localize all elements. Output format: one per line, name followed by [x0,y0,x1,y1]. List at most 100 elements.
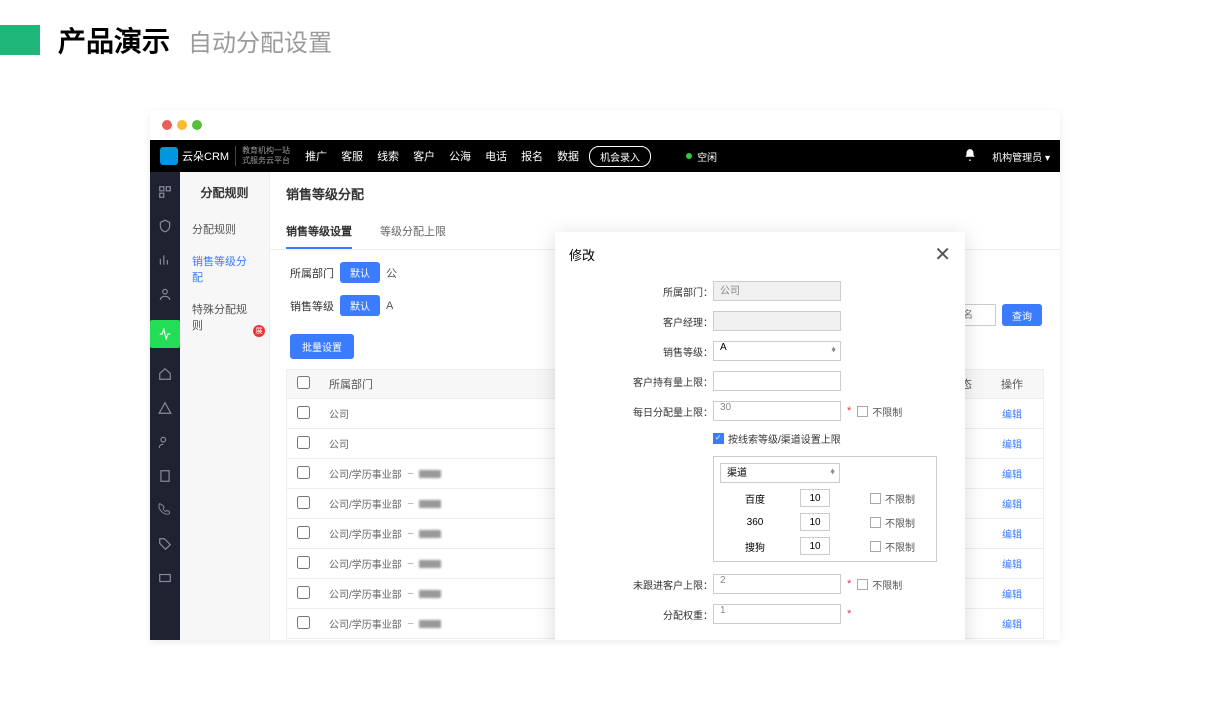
nav-promo[interactable]: 推广 [305,148,327,164]
daily-input[interactable]: 30 [713,401,841,421]
th-checkbox[interactable] [287,376,319,392]
filter-dept: 所属部门 默认 公 [290,262,397,283]
warning-icon[interactable] [157,400,173,416]
row-checkbox[interactable] [287,616,319,632]
sub-sidebar-title: 分配规则 [180,184,269,201]
channel-box: 渠道 百度 不限制 360 不限制 搜狗 不限制 [713,456,937,562]
edit-link[interactable]: 编辑 [1002,560,1022,571]
edit-link[interactable]: 编辑 [1002,620,1022,631]
required-mark-2: * [847,578,851,590]
logo-text: 云朵CRM [182,148,229,164]
browser-window: 云朵CRM 教育机构一站 式服务云平台 推广 客服 线索 客户 公海 电话 报名… [150,110,1060,640]
row-checkbox[interactable] [287,556,319,572]
unfollow-unlimited[interactable]: 不限制 [857,577,902,592]
nav-signup[interactable]: 报名 [521,148,543,164]
nav-pool[interactable]: 公海 [449,148,471,164]
row-op: 编辑 [981,496,1043,511]
edit-link[interactable]: 编辑 [1002,470,1022,481]
row-op: 编辑 [981,466,1043,481]
notification-badge[interactable]: 展 [253,325,265,337]
nav-data[interactable]: 数据 [557,148,579,164]
row-checkbox[interactable] [287,586,319,602]
shield-icon[interactable] [157,218,173,234]
batch-button[interactable]: 批量设置 [290,334,354,359]
row-checkbox[interactable] [287,406,319,422]
accent-block [0,25,40,55]
row-op: 编辑 [981,406,1043,421]
page-header: 产品演示 自动分配设置 [0,0,1210,80]
manager-label: 客户经理 [625,314,713,329]
filter-level: 销售等级 默认 A [290,295,393,316]
bell-icon[interactable] [963,148,977,165]
main-panel: 销售等级分配 销售等级设置 等级分配上限 所属部门 默认 公 销售等级 默认 A [270,172,1060,640]
user2-icon[interactable] [157,434,173,450]
row-checkbox[interactable] [287,436,319,452]
row-op: 编辑 [981,556,1043,571]
edit-link[interactable]: 编辑 [1002,500,1022,511]
channel-input[interactable] [800,489,830,507]
close-dot[interactable] [162,120,172,130]
card-icon[interactable] [157,570,173,586]
row-op: 编辑 [981,436,1043,451]
channel-input[interactable] [800,513,830,531]
level-label: 销售等级 [625,344,713,359]
search-button[interactable]: 查询 [1002,304,1042,326]
tab-level-cap[interactable]: 等级分配上限 [380,215,446,249]
channel-input[interactable] [800,537,830,555]
channel-unlimited[interactable]: 不限制 [870,491,915,506]
nav-customer[interactable]: 客户 [413,148,435,164]
filter-level-btn[interactable]: 默认 [340,295,380,316]
nav-service[interactable]: 客服 [341,148,363,164]
cap-input[interactable] [713,371,841,391]
channel-row: 360 不限制 [720,513,930,531]
row-checkbox[interactable] [287,526,319,542]
dept-label: 所属部门 [625,284,713,299]
channel-unlimited[interactable]: 不限制 [870,515,915,530]
filter-dept-btn[interactable]: 默认 [340,262,380,283]
edit-link[interactable]: 编辑 [1002,530,1022,541]
by-channel-checkbox[interactable]: 按线索等级/渠道设置上限 [713,431,841,446]
tab-level-setting[interactable]: 销售等级设置 [286,215,352,249]
user-icon[interactable] [157,286,173,302]
channel-name: 百度 [720,491,790,506]
user-role[interactable]: 机构管理员 ▾ [992,149,1050,164]
sidebar-item-level[interactable]: 销售等级分配 [180,245,269,293]
sidebar-item-rule[interactable]: 分配规则 [180,213,269,245]
panel-title: 销售等级分配 [270,172,1060,215]
edit-modal: 修改 ✕ 所属部门 公司 客户经理 销售等级 A [555,232,965,640]
filter-dept-val: 公 [386,265,397,281]
nav-leads[interactable]: 线索 [377,148,399,164]
tag-icon[interactable] [157,536,173,552]
edit-link[interactable]: 编辑 [1002,410,1022,421]
filter-level-val: A [386,300,393,312]
phone-icon[interactable] [157,502,173,518]
channel-unlimited[interactable]: 不限制 [870,539,915,554]
edit-link[interactable]: 编辑 [1002,440,1022,451]
row-checkbox[interactable] [287,466,319,482]
channel-select[interactable]: 渠道 [720,463,840,483]
close-icon[interactable]: ✕ [934,242,951,267]
chart-icon[interactable] [157,252,173,268]
daily-unlimited[interactable]: 不限制 [857,404,902,419]
window-controls [150,110,1060,140]
settings-icon[interactable] [150,320,180,348]
sub-sidebar: 分配规则 分配规则 销售等级分配 特殊分配规则 [180,172,270,640]
channel-name: 360 [720,517,790,528]
modal-body: 所属部门 公司 客户经理 销售等级 A 客户持有量上限 [555,277,965,640]
logo[interactable]: 云朵CRM 教育机构一站 式服务云平台 [160,146,290,165]
nav-phone[interactable]: 电话 [485,148,507,164]
entry-button[interactable]: 机会录入 [589,146,651,167]
unfollow-input[interactable]: 2 [713,574,841,594]
home-icon[interactable] [157,366,173,382]
weight-input[interactable]: 1 [713,604,841,624]
status-indicator[interactable]: 空闲 [686,149,717,164]
page-main-title: 产品演示 [58,20,170,60]
minimize-dot[interactable] [177,120,187,130]
edit-link[interactable]: 编辑 [1002,590,1022,601]
weight-label: 分配权重 [625,607,713,622]
level-select[interactable]: A [713,341,841,361]
doc-icon[interactable] [157,468,173,484]
row-checkbox[interactable] [287,496,319,512]
maximize-dot[interactable] [192,120,202,130]
dashboard-icon[interactable] [157,184,173,200]
